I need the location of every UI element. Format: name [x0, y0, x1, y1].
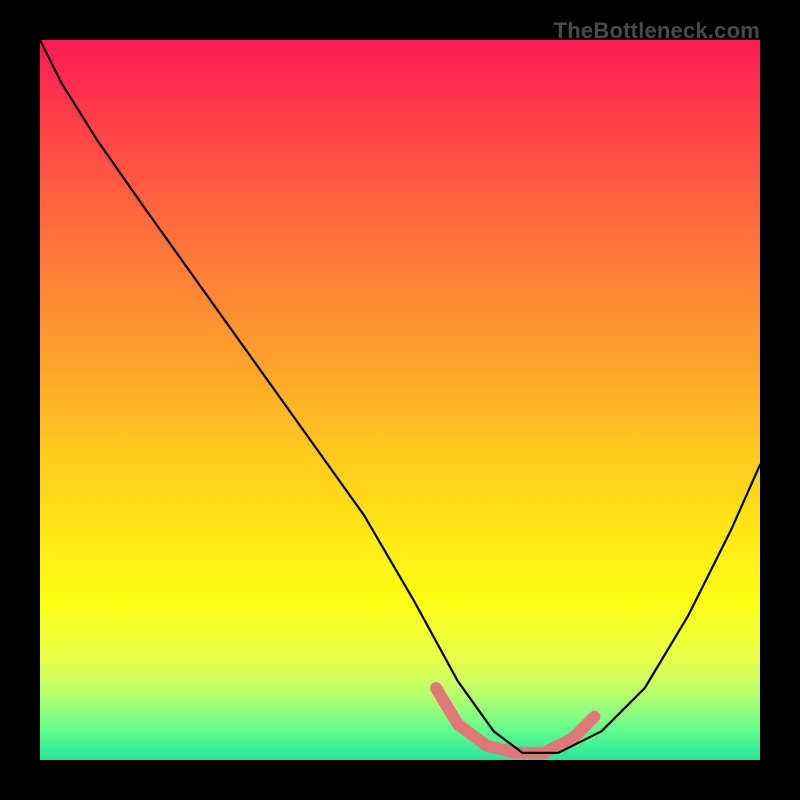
accent-path: [436, 688, 594, 753]
plot-area: [40, 40, 760, 760]
curve-svg: [40, 40, 760, 760]
bottleneck-curve-path: [40, 40, 760, 753]
chart-frame: TheBottleneck.com: [0, 0, 800, 800]
